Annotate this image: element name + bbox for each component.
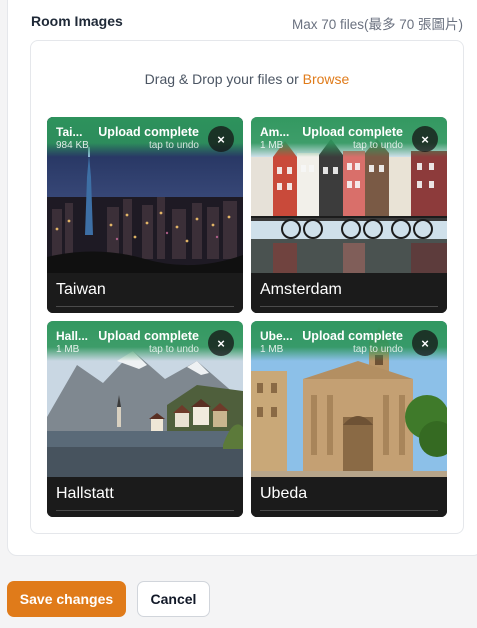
dropzone-instructions: Drag & Drop your files or Browse — [31, 71, 463, 87]
remove-image-button[interactable]: × — [412, 126, 438, 152]
file-size: 984 KB — [56, 140, 89, 151]
caption-divider — [56, 510, 234, 511]
browse-link[interactable]: Browse — [303, 71, 350, 87]
image-tile-hallstatt: Hall... 1 MB Upload complete tap to undo… — [47, 321, 243, 517]
close-icon: × — [217, 335, 225, 351]
image-dropzone[interactable]: Drag & Drop your files or Browse Tai... … — [30, 40, 464, 534]
file-size: 1 MB — [260, 140, 284, 151]
cancel-button[interactable]: Cancel — [137, 581, 210, 617]
tap-to-undo[interactable]: tap to undo — [149, 140, 199, 151]
file-size: 1 MB — [56, 344, 80, 355]
upload-complete-label: Upload complete — [98, 329, 199, 343]
close-icon: × — [421, 335, 429, 351]
caption-text: Ubeda — [260, 485, 308, 502]
file-name: Tai... — [56, 125, 83, 139]
tap-to-undo[interactable]: tap to undo — [149, 344, 199, 355]
caption-divider — [260, 306, 438, 307]
caption-divider — [56, 306, 234, 307]
dropzone-text: Drag & Drop your files or — [144, 71, 303, 87]
remove-image-button[interactable]: × — [412, 330, 438, 356]
caption-text: Hallstatt — [56, 485, 114, 502]
file-name: Ube... — [260, 329, 293, 343]
file-size: 1 MB — [260, 344, 284, 355]
image-caption: Taiwan — [47, 273, 243, 313]
caption-text: Taiwan — [56, 281, 106, 298]
upload-complete-label: Upload complete — [98, 125, 199, 139]
image-caption: Ubeda — [251, 477, 447, 517]
image-tile-taiwan: Tai... 984 KB Upload complete tap to und… — [47, 117, 243, 313]
upload-complete-label: Upload complete — [302, 125, 403, 139]
remove-image-button[interactable]: × — [208, 126, 234, 152]
file-name: Am... — [260, 125, 290, 139]
tap-to-undo[interactable]: tap to undo — [353, 344, 403, 355]
caption-text: Amsterdam — [260, 281, 342, 298]
image-tile-amsterdam: Am... 1 MB Upload complete tap to undo ×… — [251, 117, 447, 313]
image-caption: Amsterdam — [251, 273, 447, 313]
caption-divider — [260, 510, 438, 511]
close-icon: × — [217, 131, 225, 147]
save-changes-button[interactable]: Save changes — [7, 581, 126, 617]
image-caption: Hallstatt — [47, 477, 243, 517]
max-files-hint: Max 70 files(最多 70 張圖片) — [291, 17, 463, 32]
file-name: Hall... — [56, 329, 89, 343]
remove-image-button[interactable]: × — [208, 330, 234, 356]
upload-complete-label: Upload complete — [302, 329, 403, 343]
room-images-label: Room Images — [31, 13, 123, 29]
close-icon: × — [421, 131, 429, 147]
tap-to-undo[interactable]: tap to undo — [353, 140, 403, 151]
image-tile-ubeda: Ube... 1 MB Upload complete tap to undo … — [251, 321, 447, 517]
